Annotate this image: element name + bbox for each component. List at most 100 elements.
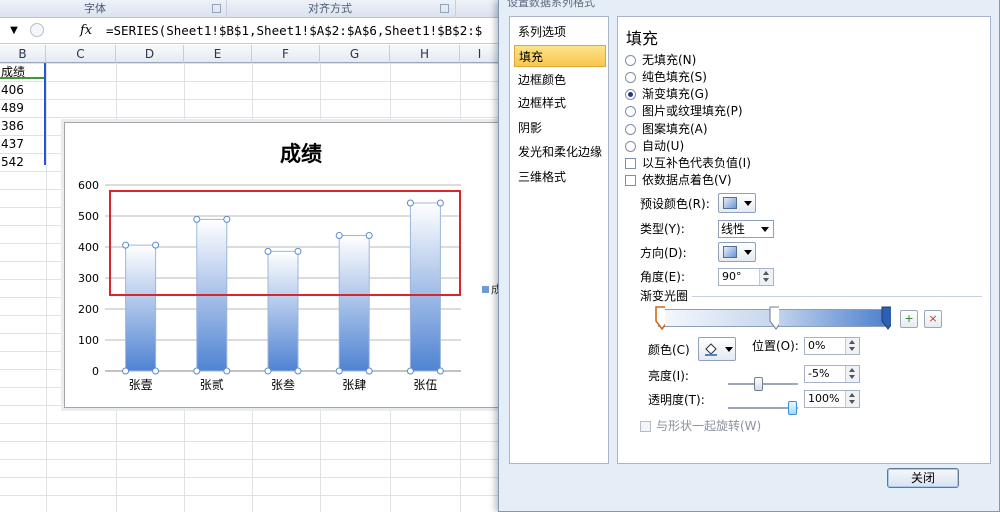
nav-item-series-options[interactable]: 系列选项 xyxy=(514,21,606,43)
bar-selection-handle[interactable] xyxy=(294,367,302,375)
chevron-down-icon xyxy=(744,201,752,206)
nav-item-fill[interactable]: 填充 xyxy=(514,45,606,67)
label-rotate-with-shape: 与形状一起旋转(W) xyxy=(656,419,762,433)
bar-selection-handle[interactable] xyxy=(365,367,373,375)
name-box-dropdown-icon[interactable]: ▼ xyxy=(0,21,28,41)
fill-options-panel: 填充 无填充(N) 纯色填充(S) 渐变填充(G) 图片或纹理填充(P) 图案填… xyxy=(617,16,991,464)
bar[interactable] xyxy=(125,244,157,372)
spin-buttons-icon[interactable] xyxy=(845,391,859,407)
bar-selection-handle[interactable] xyxy=(436,367,444,375)
radio-solid-fill[interactable] xyxy=(625,72,636,83)
column-header-f[interactable]: F xyxy=(252,45,320,63)
bar-selection-handle[interactable] xyxy=(406,367,414,375)
nav-item-border-style[interactable]: 边框样式 xyxy=(514,92,606,114)
bar-selection-handle[interactable] xyxy=(264,367,272,375)
column-header-d[interactable]: D xyxy=(116,45,184,63)
color-label: 颜色(C) xyxy=(648,343,690,357)
transparency-slider-thumb[interactable] xyxy=(788,401,797,415)
spin-buttons-icon[interactable] xyxy=(845,338,859,354)
spin-buttons-icon[interactable] xyxy=(845,366,859,382)
bar-selection-handle[interactable] xyxy=(335,232,343,240)
spin-buttons-icon[interactable] xyxy=(759,269,773,285)
chevron-down-icon xyxy=(744,250,752,255)
checkbox-invert-if-negative[interactable] xyxy=(625,158,636,169)
bar-selection-handle[interactable] xyxy=(365,232,373,240)
radio-no-fill[interactable] xyxy=(625,55,636,66)
preset-color-dropdown[interactable] xyxy=(718,193,756,213)
format-data-series-dialog: 设置数据系列格式 系列选项 填充 边框颜色 边框样式 阴影 发光和柔化边缘 三维… xyxy=(498,0,1000,512)
cell-b6[interactable]: 542 xyxy=(0,153,46,171)
gradient-stop-handle-selected[interactable] xyxy=(655,306,665,330)
radio-automatic[interactable] xyxy=(625,141,636,152)
brightness-spinner[interactable]: -5% xyxy=(804,365,860,383)
dialog-title: 设置数据系列格式 xyxy=(507,0,595,9)
nav-item-border-color[interactable]: 边框颜色 xyxy=(514,69,606,91)
bar-selection-handle[interactable] xyxy=(406,199,414,207)
ribbon-group-font: 字体 xyxy=(84,2,106,15)
cell-b5[interactable]: 437 xyxy=(0,135,46,153)
checkbox-rotate-with-shape[interactable] xyxy=(640,421,651,432)
chart-title[interactable]: 成绩 xyxy=(280,142,322,166)
bar-selection-handle[interactable] xyxy=(152,241,160,249)
gradient-swatch-icon xyxy=(723,197,737,209)
cell-b2[interactable]: 406 xyxy=(0,81,46,99)
bar-selection-handle[interactable] xyxy=(335,367,343,375)
bar-selection-handle[interactable] xyxy=(193,367,201,375)
column-header-e[interactable]: E xyxy=(184,45,252,63)
bar[interactable] xyxy=(267,250,299,372)
gradient-stop-handle-end[interactable] xyxy=(881,306,891,330)
formula-bar-toggle-button[interactable] xyxy=(30,23,44,37)
cell-b4[interactable]: 386 xyxy=(0,117,46,135)
transparency-value: 100% xyxy=(808,392,840,405)
bar-selection-handle[interactable] xyxy=(193,215,201,223)
bar-selection-handle[interactable] xyxy=(122,241,130,249)
cell-b3[interactable]: 489 xyxy=(0,99,46,117)
column-header-b[interactable]: B xyxy=(0,45,46,63)
radio-picture-fill[interactable] xyxy=(625,106,636,117)
chart-area[interactable]: 成绩 0 100 200 300 400 500 600 张壹 张贰 张叁 张肆 张伍 xyxy=(64,122,504,408)
nav-item-glow-soft-edges[interactable]: 发光和柔化边缘 xyxy=(514,141,606,163)
bar-selection-handle[interactable] xyxy=(223,367,231,375)
position-spinner[interactable]: 0% xyxy=(804,337,860,355)
nav-item-3d-format[interactable]: 三维格式 xyxy=(514,166,606,188)
brightness-value: -5% xyxy=(808,367,830,380)
type-label: 类型(Y): xyxy=(640,222,685,236)
direction-label: 方向(D): xyxy=(640,246,687,260)
bar-selection-handle[interactable] xyxy=(223,215,231,223)
column-header-h[interactable]: H xyxy=(390,45,460,63)
type-select[interactable]: 线性 xyxy=(718,220,774,238)
bar-selection-handle[interactable] xyxy=(152,367,160,375)
bar-selection-handle[interactable] xyxy=(294,247,302,255)
brightness-slider-track[interactable] xyxy=(728,377,798,391)
font-dialog-launcher-icon[interactable] xyxy=(212,4,221,13)
formula-input[interactable]: =SERIES(Sheet1!$B$1,Sheet1!$A$2:$A$6,She… xyxy=(106,22,482,40)
transparency-label: 透明度(T): xyxy=(648,393,705,407)
add-gradient-stop-button[interactable]: + xyxy=(900,310,918,328)
bar-selection-handle[interactable] xyxy=(436,199,444,207)
transparency-slider-track[interactable] xyxy=(728,401,798,415)
transparency-spinner[interactable]: 100% xyxy=(804,390,860,408)
column-header-g[interactable]: G xyxy=(320,45,390,63)
alignment-dialog-launcher-icon[interactable] xyxy=(440,4,449,13)
brightness-slider-thumb[interactable] xyxy=(754,377,763,391)
radio-gradient-fill[interactable] xyxy=(625,89,636,100)
direction-dropdown[interactable] xyxy=(718,242,756,262)
bar[interactable] xyxy=(409,202,441,372)
checkbox-vary-colors[interactable] xyxy=(625,175,636,186)
gradient-stops-bar[interactable] xyxy=(655,306,891,330)
dialog-nav-panel: 系列选项 填充 边框颜色 边框样式 阴影 发光和柔化边缘 三维格式 xyxy=(509,16,609,464)
angle-spinner[interactable]: 90° xyxy=(718,268,774,286)
column-header-i[interactable]: I xyxy=(460,45,500,63)
stop-color-dropdown[interactable] xyxy=(698,337,736,361)
remove-gradient-stop-button[interactable]: × xyxy=(924,310,942,328)
close-button[interactable]: 关闭 xyxy=(887,468,959,488)
bar-selection-handle[interactable] xyxy=(264,247,272,255)
nav-item-shadow[interactable]: 阴影 xyxy=(514,117,606,139)
gradient-stop-handle-middle[interactable] xyxy=(769,306,779,330)
radio-pattern-fill[interactable] xyxy=(625,124,636,135)
section-title: 填充 xyxy=(626,29,659,48)
column-header-c[interactable]: C xyxy=(46,45,116,63)
bar-selection-handle[interactable] xyxy=(122,367,130,375)
insert-function-icon[interactable]: fx xyxy=(80,22,102,40)
bar[interactable] xyxy=(338,235,370,372)
